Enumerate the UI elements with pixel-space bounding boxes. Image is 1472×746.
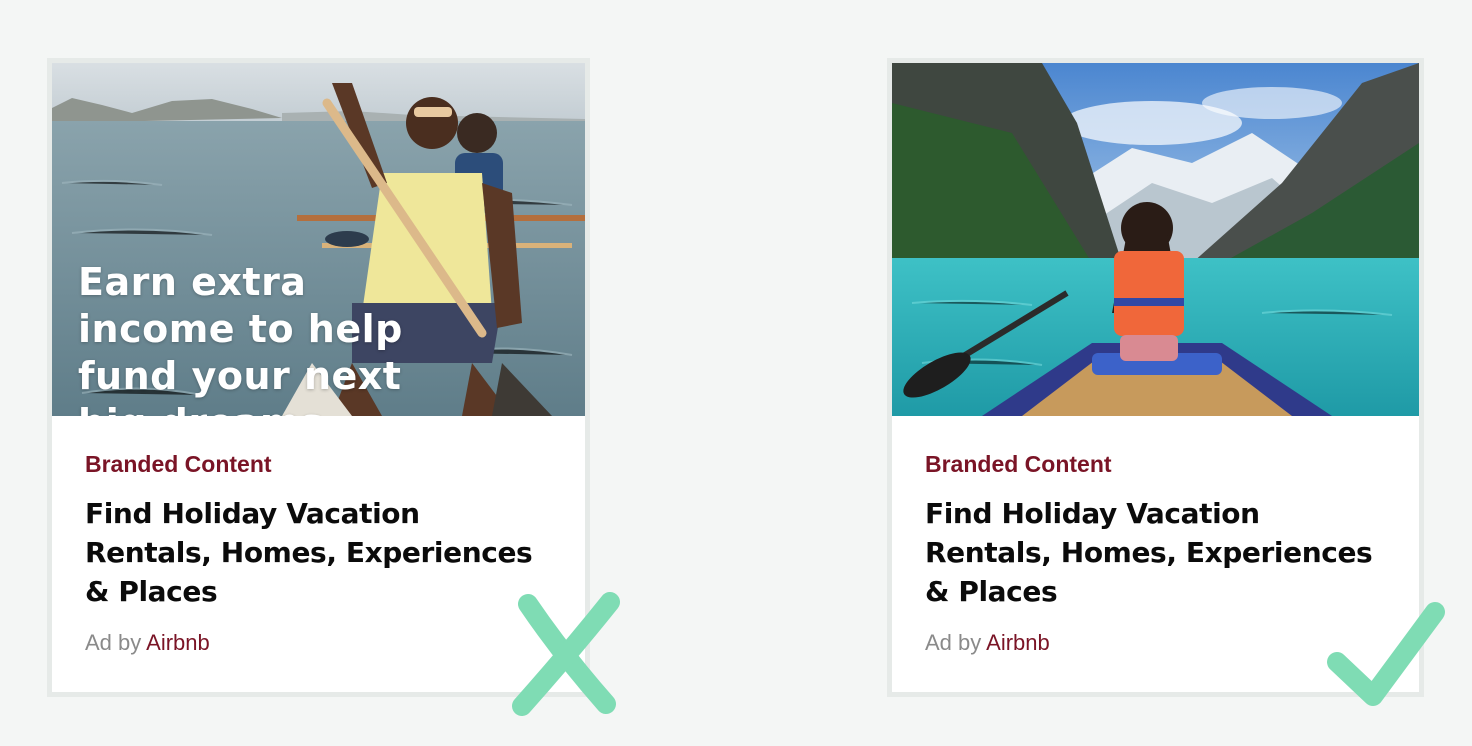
ad-category-label: Branded Content bbox=[925, 451, 1112, 477]
ad-byline: Ad by Airbnb bbox=[925, 629, 1386, 657]
check-mark-icon bbox=[1327, 602, 1445, 706]
ad-image-lake-canoe[interactable] bbox=[892, 63, 1419, 416]
ad-card-body: Branded Content Find Holiday Vacation Re… bbox=[52, 416, 585, 657]
headline-line: & Places bbox=[925, 575, 1058, 608]
byline-prefix: Ad by bbox=[85, 630, 142, 655]
ad-image-canoe-couple[interactable]: Earn extra income to help fund your next… bbox=[52, 63, 585, 416]
headline-line: Find Holiday Vacation bbox=[85, 497, 420, 530]
overlay-line: income to help bbox=[78, 307, 403, 351]
ad-byline: Ad by Airbnb bbox=[85, 629, 552, 657]
ad-category-label: Branded Content bbox=[85, 451, 272, 477]
overlay-line: big dreams bbox=[78, 400, 408, 416]
advertiser-link[interactable]: Airbnb bbox=[146, 630, 210, 655]
ad-card-left[interactable]: Earn extra income to help fund your next… bbox=[47, 58, 590, 697]
lake-canoe-photo bbox=[892, 63, 1419, 416]
ad-image-overlay-text: Earn extra income to help fund your next… bbox=[78, 259, 408, 416]
overlay-line: Earn extra bbox=[78, 260, 307, 304]
headline-line: & Places bbox=[85, 575, 218, 608]
advertiser-link[interactable]: Airbnb bbox=[986, 630, 1050, 655]
headline-line: Rentals, Homes, Experiences bbox=[925, 536, 1373, 569]
headline-line: Rentals, Homes, Experiences bbox=[85, 536, 533, 569]
headline-line: Find Holiday Vacation bbox=[925, 497, 1260, 530]
ad-headline[interactable]: Find Holiday Vacation Rentals, Homes, Ex… bbox=[925, 494, 1386, 611]
overlay-line: fund your next bbox=[78, 354, 402, 398]
ad-headline[interactable]: Find Holiday Vacation Rentals, Homes, Ex… bbox=[85, 494, 552, 611]
x-mark-icon bbox=[512, 592, 620, 716]
byline-prefix: Ad by bbox=[925, 630, 982, 655]
